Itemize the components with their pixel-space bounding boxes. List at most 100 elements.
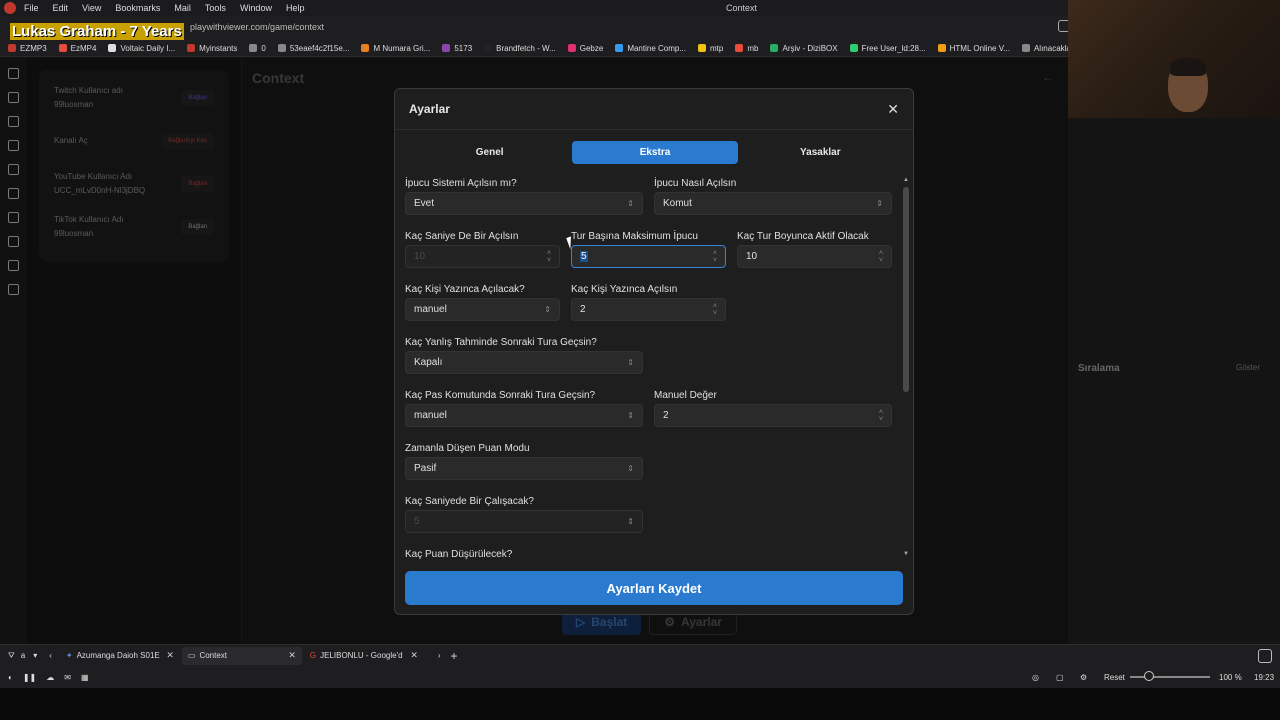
bookmark-item[interactable]: 5173 — [442, 44, 472, 53]
pass-command-select[interactable]: manuel ⇕ — [405, 404, 643, 427]
bookmark-item[interactable]: 0 — [249, 44, 266, 53]
decay-mode-select[interactable]: Pasif ⇕ — [405, 457, 643, 480]
bookmark-item[interactable]: HTML Online V... — [937, 43, 1010, 53]
zoom-slider[interactable] — [1130, 676, 1210, 678]
google-icon: G — [309, 651, 317, 660]
bookmark-favicon-icon — [770, 44, 779, 52]
stepper-icon[interactable]: ˄ ˅ — [713, 250, 717, 264]
browser-tab[interactable]: G JELIBONLU - Google'd ✕ — [304, 647, 424, 665]
hint-interval-input[interactable]: 10 ˄ ˅ — [405, 245, 560, 268]
close-tab-icon[interactable]: ✕ — [410, 650, 418, 661]
bookmark-item[interactable]: Myinstants — [187, 44, 237, 53]
workspace-icon[interactable]: ⛛ — [8, 651, 15, 661]
status-bar: ◐ ❚❚ ☁ ✉ ▦ ◎ ▢ ⚙ Reset 100 % 19:23 — [0, 666, 1280, 688]
zoom-slider-knob[interactable] — [1144, 671, 1154, 681]
tiling-icon[interactable]: ❚❚ — [23, 673, 36, 682]
bookmark-item[interactable]: Voltaic Daily I... — [108, 44, 175, 53]
bookmark-label: Free User_ld:28... — [861, 43, 926, 53]
bookmark-label: mb — [747, 43, 759, 53]
stepper-icon[interactable]: ˄ ˅ — [713, 303, 717, 317]
bookmark-item[interactable]: Arşiv - DiziBOX — [770, 44, 838, 53]
tab-menu-icon[interactable] — [1258, 649, 1272, 663]
menu-help[interactable]: Help — [286, 3, 305, 13]
scroll-up-icon[interactable]: ▲ — [903, 177, 909, 183]
writers-count-input[interactable]: 2 ˄ ˅ — [571, 298, 726, 321]
bookmark-item[interactable]: Free User_ld:28... — [849, 43, 926, 53]
stepper-icon[interactable]: ˄ ˅ — [547, 250, 551, 264]
form-scrollbar[interactable]: ▲ ▼ — [903, 177, 909, 559]
workspace-label[interactable]: a — [21, 651, 25, 660]
bookmark-favicon-icon — [442, 44, 451, 52]
active-rounds-input[interactable]: 10 ˄ ˅ — [737, 245, 892, 268]
menu-tools[interactable]: Tools — [205, 3, 226, 13]
writers-count-value: 2 — [580, 304, 586, 315]
tab-ekstra[interactable]: Ekstra — [572, 141, 738, 164]
chevron-down-icon[interactable]: ▾ — [33, 651, 37, 660]
bookmark-item[interactable]: Gebze — [567, 44, 603, 53]
bookmark-item[interactable]: EZMP3 — [8, 44, 47, 53]
scrollbar-thumb[interactable] — [903, 187, 909, 392]
tab-yasaklar[interactable]: Yasaklar — [738, 141, 903, 164]
save-settings-button[interactable]: Ayarları Kaydet — [405, 571, 903, 605]
bookmark-item[interactable]: EzMP4 — [58, 44, 96, 53]
bookmark-item[interactable]: mtp — [698, 44, 723, 53]
menu-file[interactable]: File — [24, 3, 39, 13]
bookmark-favicon-icon — [567, 44, 576, 52]
browser-logo-icon[interactable] — [4, 2, 16, 14]
open-after-writers-select[interactable]: manuel ⇕ — [405, 298, 560, 321]
bookmark-label: HTML Online V... — [949, 43, 1010, 53]
open-after-writers-value: manuel — [414, 304, 447, 315]
menu-bookmarks[interactable]: Bookmarks — [115, 3, 160, 13]
close-icon[interactable]: ✕ — [887, 101, 899, 118]
hint-system-select[interactable]: Evet ⇕ — [405, 192, 643, 215]
menu-mail[interactable]: Mail — [174, 3, 191, 13]
bookmark-item[interactable]: M Numara Gri... — [361, 44, 430, 53]
panel-toggle-icon[interactable]: ◐ — [8, 673, 13, 682]
bookmark-favicon-icon — [615, 44, 624, 52]
page-actions-icon[interactable]: ⚙ — [1080, 673, 1087, 682]
bookmark-item[interactable]: 53eaef4c2f15e... — [277, 44, 349, 53]
browser-tab-active[interactable]: ▭ Context ✕ — [181, 646, 302, 665]
bookmark-item[interactable]: Brandfetch - W... — [484, 44, 556, 53]
bookmark-favicon-icon — [849, 44, 858, 52]
new-tab-icon[interactable]: + — [451, 649, 458, 663]
url-field[interactable]: playwithviewer.com/game/context — [190, 22, 324, 32]
bookmark-item[interactable]: Mantine Comp... — [615, 44, 686, 53]
close-tab-icon[interactable]: ✕ — [166, 650, 174, 661]
tab-scroll-right-icon[interactable]: › — [438, 651, 441, 660]
tab-genel[interactable]: Genel — [407, 141, 572, 164]
max-hints-input[interactable]: 5 ˄ ˅ — [571, 245, 726, 268]
capture-icon[interactable]: ◎ — [1032, 673, 1039, 682]
decay-points-label: Kaç Puan Düşürülecek? — [405, 549, 513, 559]
show-ranking-button[interactable]: Göster — [1236, 363, 1260, 372]
reset-zoom-button[interactable]: Reset — [1104, 673, 1125, 682]
bookmark-item[interactable]: mb — [735, 44, 758, 53]
bookmark-item[interactable]: Alınacaklar — [1021, 44, 1074, 53]
bookmarks-bar: EZMP3 EzMP4 Voltaic Daily I... Myinstants 0 5… — [0, 40, 1074, 57]
close-tab-icon[interactable]: ✕ — [288, 650, 296, 661]
tab-scroll-left-icon[interactable]: ‹ — [49, 651, 52, 660]
decay-interval-select[interactable]: 5 ⇕ — [405, 510, 643, 533]
bookmark-label: mtp — [710, 43, 724, 53]
manual-value-input[interactable]: 2 ˄ ˅ — [654, 404, 892, 427]
hint-method-select[interactable]: Komut ⇕ — [654, 192, 892, 215]
menu-view[interactable]: View — [82, 3, 101, 13]
menu-window[interactable]: Window — [240, 3, 272, 13]
hint-method-label: İpucu Nasıl Açılsın — [654, 178, 737, 189]
decay-mode-label: Zamanla Düşen Puan Modu — [405, 443, 530, 454]
browser-tab[interactable]: ✦ Azumanga Daioh S01E ✕ — [60, 647, 180, 665]
calendar-status-icon[interactable]: ▦ — [81, 673, 89, 682]
stepper-icon[interactable]: ˄ ˅ — [879, 250, 883, 264]
tab-favicon-icon: ▭ — [187, 651, 196, 660]
menu-edit[interactable]: Edit — [53, 3, 69, 13]
cloud-icon[interactable]: ☁ — [46, 673, 54, 682]
mail-status-icon[interactable]: ✉ — [64, 673, 71, 682]
select-arrows-icon: ⇕ — [627, 517, 634, 526]
tile-icon[interactable]: ▢ — [1056, 673, 1064, 682]
active-rounds-label: Kaç Tur Boyunca Aktif Olacak — [737, 231, 869, 242]
stepper-icon[interactable]: ˄ ˅ — [879, 409, 883, 423]
wrong-guesses-select[interactable]: Kapalı ⇕ — [405, 351, 643, 374]
scroll-down-icon[interactable]: ▼ — [903, 551, 909, 557]
decay-mode-value: Pasif — [414, 463, 437, 474]
select-arrows-icon: ⇕ — [627, 199, 634, 208]
